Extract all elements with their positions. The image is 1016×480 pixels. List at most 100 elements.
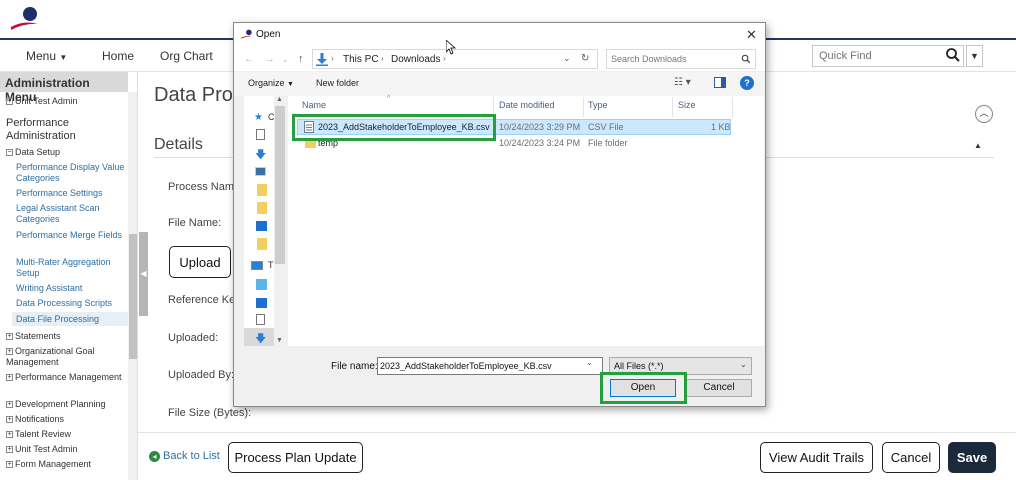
sidebar-item-data-setup[interactable]: − Data Setup [6,147,128,158]
new-folder-button[interactable]: New folder [316,78,359,88]
cancel-button[interactable]: Cancel [882,442,940,473]
organize-menu[interactable]: Organize ▼ [248,78,294,88]
expand-icon[interactable]: + [6,348,13,355]
recent-dropdown-icon[interactable]: ⌄ [282,55,289,64]
open-file-dialog: Open ✕ ← → ⌄ ↑ › This PC › Downloads › ⌄… [233,22,766,407]
expand-icon[interactable]: + [6,461,13,468]
sidebar-group[interactable]: + Statements [6,331,128,342]
document-icon[interactable] [256,314,265,325]
nav-home[interactable]: Home [102,49,134,63]
open-highlight-box [600,372,687,404]
preview-pane-icon[interactable] [714,77,726,90]
breadcrumb-downloads[interactable]: Downloads [391,54,440,65]
expand-icon[interactable]: + [6,374,13,381]
nav-menu[interactable]: Menu ▼ [26,49,67,63]
back-arrow-icon[interactable]: ◂ [149,451,160,462]
dialog-toolbar: Organize ▼ New folder ☷ ▾ ? [234,72,765,96]
help-icon[interactable]: ? [740,76,754,90]
forward-icon[interactable]: → [264,53,275,65]
column-header-date-modified[interactable]: Date modified [499,100,555,110]
back-icon[interactable]: ← [244,53,255,65]
quick-access-star-icon[interactable]: ★ [254,112,263,123]
folder-icon[interactable] [257,238,267,250]
breadcrumb-this-pc[interactable]: This PC [343,54,379,65]
uploaded-label: Uploaded: [168,332,219,344]
expand-icon[interactable]: + [6,446,13,453]
address-dropdown-icon[interactable]: ⌄ [563,53,571,64]
sidebar-item-unit-test-admin-top[interactable]: + Unit Test Admin [6,96,128,107]
quick-find-input[interactable] [812,45,964,67]
downloads-icon[interactable]: 🡇 [255,146,266,165]
column-header-size[interactable]: Size [678,100,696,110]
sidebar-link[interactable]: Performance Settings [16,188,128,199]
desktop-icon[interactable] [256,221,267,231]
upload-button[interactable]: Upload [169,246,231,278]
refresh-icon[interactable]: ↻ [581,53,589,64]
scroll-down-icon[interactable]: ▼ [276,337,283,344]
sidebar-link[interactable]: Multi-Rater Aggregation Setup [16,257,128,279]
view-audit-trails-button[interactable]: View Audit Trails [760,442,873,473]
save-button[interactable]: Save [948,442,996,473]
file-type-cell: CSV File [588,122,624,132]
sidebar-group[interactable]: + Organizational Goal Management [6,346,128,368]
scroll-up-icon[interactable]: ▲ [276,96,283,103]
column-separator[interactable] [583,97,584,117]
sidebar-group[interactable]: + Form Management [6,459,128,470]
expand-icon[interactable]: + [6,401,13,408]
sidebar-link[interactable]: Writing Assistant [16,283,128,294]
dialog-cancel-button[interactable]: Cancel [686,379,752,397]
folder-icon[interactable] [257,184,267,196]
sidebar-group[interactable]: + Notifications [6,414,128,425]
search-icon[interactable] [945,47,961,63]
sidebar-group[interactable]: + Performance Management [6,372,128,383]
expand-icon[interactable]: + [6,416,13,423]
collapse-up-icon[interactable]: ︿ [975,105,993,123]
column-separator[interactable] [732,97,733,117]
nav-org-chart[interactable]: Org Chart [160,49,213,63]
sidebar-link-active[interactable]: Data File Processing [16,314,128,325]
sidebar-link[interactable]: Legal Assistant Scan Categories [16,203,128,225]
view-options-icon[interactable]: ☷ ▾ [674,77,691,88]
process-plan-update-button[interactable]: Process Plan Update [228,442,363,473]
file-type-dropdown-icon[interactable]: ⌄ [740,360,747,369]
collapse-icon[interactable]: − [6,149,13,156]
file-name-dropdown-icon[interactable]: ⌄ [586,358,593,367]
nav-label-t[interactable]: T [268,260,274,270]
caret-down-icon: ▼ [970,51,979,61]
search-downloads-input[interactable]: Search Downloads [606,49,756,69]
pictures-icon[interactable] [255,167,266,176]
sidebar-link[interactable]: Performance Display Value Categories [16,162,128,184]
expand-icon[interactable]: + [6,431,13,438]
dialog-titlebar[interactable]: Open ✕ [234,23,765,45]
sidebar-group[interactable]: + Unit Test Admin [6,444,128,455]
triangle-up-icon[interactable]: ▲ [974,141,982,150]
this-pc-icon[interactable] [251,261,263,270]
column-separator[interactable] [672,97,673,117]
sidebar-collapse-handle[interactable]: ◀ [139,232,148,316]
sidebar-scroll-thumb[interactable] [129,234,137,359]
back-to-list-link[interactable]: Back to List [163,450,220,462]
nav-pane-scroll-thumb[interactable] [275,106,285,264]
desktop-icon[interactable] [256,298,267,308]
sidebar-link[interactable]: Data Processing Scripts [16,298,128,309]
admin-sidebar: Administration Menu + Unit Test Admin Per… [0,72,138,480]
search-icon [741,54,751,64]
quick-find-dropdown[interactable]: ▼ [966,45,983,67]
uploaded-by-label: Uploaded By: [168,369,235,381]
document-icon[interactable] [256,129,265,140]
folder-icon[interactable] [257,202,267,214]
3d-objects-icon[interactable] [256,279,267,290]
column-header-name[interactable]: Name [302,100,326,110]
file-name-field-label: File name: [331,361,378,372]
chevron-left-icon: ◀ [140,269,147,278]
up-arrow-icon[interactable]: ↑ [298,53,304,65]
column-header-type[interactable]: Type [588,100,608,110]
sidebar-link[interactable]: Performance Merge Fields [16,230,128,241]
file-name-input[interactable] [377,357,603,375]
file-size-cell: 1 KB [711,122,731,132]
expand-icon[interactable]: + [6,98,13,105]
sidebar-group[interactable]: + Talent Review [6,429,128,440]
sidebar-group[interactable]: + Development Planning [6,399,128,410]
expand-icon[interactable]: + [6,333,13,340]
close-icon[interactable]: ✕ [746,27,757,43]
